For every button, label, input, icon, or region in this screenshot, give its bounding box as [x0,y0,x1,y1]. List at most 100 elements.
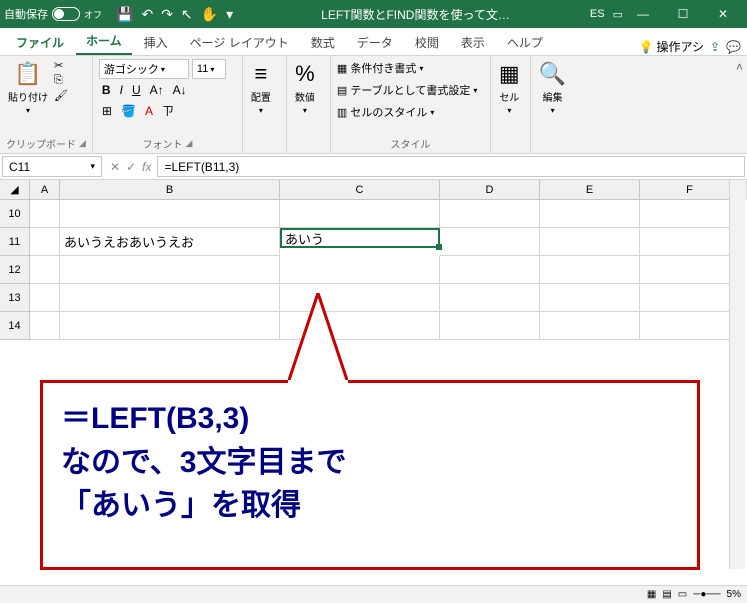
decrease-font-icon[interactable]: A↓ [170,82,190,98]
row-header[interactable]: 14 [0,312,30,340]
tab-formulas[interactable]: 数式 [301,30,345,55]
view-pagebreak-icon[interactable]: ▭ [678,589,687,600]
view-normal-icon[interactable]: ▦ [647,589,656,600]
conditional-format-button[interactable]: ▦条件付き書式▾ [337,59,477,77]
cut-icon[interactable]: ✂ [54,59,68,72]
row-header[interactable]: 10 [0,200,30,228]
undo-icon[interactable]: ↶ [141,6,153,23]
bold-button[interactable]: B [99,82,114,98]
cell[interactable] [440,200,540,228]
cell[interactable] [280,200,440,228]
tab-insert[interactable]: 挿入 [134,30,178,55]
cell[interactable] [60,312,280,340]
vertical-scrollbar[interactable] [729,180,745,569]
number-button[interactable]: % 数値 ▾ [293,59,317,117]
col-header-a[interactable]: A [30,180,60,200]
cell[interactable] [60,256,280,284]
row-header[interactable]: 11 [0,228,30,256]
cell[interactable] [60,284,280,312]
col-header-f[interactable]: F [640,180,740,200]
alignment-button[interactable]: ≡ 配置 ▾ [249,59,273,117]
col-header-e[interactable]: E [540,180,640,200]
close-button[interactable]: ✕ [703,0,743,28]
cell[interactable] [30,228,60,256]
tab-review[interactable]: 校閲 [405,30,449,55]
redo-icon[interactable]: ↷ [161,6,173,23]
fx-icon[interactable]: fx [142,160,151,174]
paste-button[interactable]: 📋 貼り付け ▾ [6,59,50,117]
col-header-c[interactable]: C [280,180,440,200]
font-color-icon[interactable]: A [142,103,156,119]
autosave-toggle[interactable]: 自動保存 オフ [4,6,102,22]
ribbon-options-icon[interactable]: ▭ [613,8,623,21]
font-name-select[interactable]: 游ゴシック▾ [99,59,189,79]
cell[interactable] [540,200,640,228]
tab-home[interactable]: ホーム [76,28,132,55]
qat-more-icon[interactable]: ▾ [226,6,233,23]
zoom-slider[interactable]: ─●── [693,589,720,600]
cell[interactable] [440,228,540,256]
copy-icon[interactable]: ⎘ [54,74,68,87]
tell-me[interactable]: 💡 操作アシ [639,38,704,55]
font-size-select[interactable]: 11▾ [192,59,226,79]
save-icon[interactable]: 💾 [116,6,133,23]
underline-button[interactable]: U [129,82,144,98]
dialog-launcher-icon[interactable]: ◢ [79,138,86,149]
cell[interactable] [540,312,640,340]
comments-icon[interactable]: 💬 [726,40,741,54]
collapse-ribbon-icon[interactable]: ˄ [736,60,743,74]
enter-formula-icon[interactable]: ✓ [126,160,136,174]
cell[interactable] [30,312,60,340]
zoom-value[interactable]: 5% [727,589,741,600]
user-initials[interactable]: ES [590,8,605,20]
share-icon[interactable]: ⇪ [710,40,720,54]
cells-button[interactable]: ▦ セル ▾ [497,59,522,117]
increase-font-icon[interactable]: A↑ [147,82,167,98]
cell[interactable] [540,256,640,284]
maximize-button[interactable]: ☐ [663,0,703,28]
format-as-table-button[interactable]: ▤テーブルとして書式設定▾ [337,81,477,99]
view-pagelayout-icon[interactable]: ▤ [662,589,671,600]
cell-c11[interactable]: あいう [280,228,440,248]
cell[interactable] [30,284,60,312]
touch-icon[interactable]: ✋ [201,6,218,23]
tab-pagelayout[interactable]: ページ レイアウト [180,30,299,55]
row-header[interactable]: 13 [0,284,30,312]
cell[interactable] [540,228,640,256]
tab-data[interactable]: データ [347,30,403,55]
pointer-icon[interactable]: ↖ [181,6,193,23]
tab-file[interactable]: ファイル [6,30,74,55]
cell[interactable] [540,284,640,312]
format-painter-icon[interactable]: 🖌 [54,89,68,102]
cell[interactable] [640,312,740,340]
select-all-corner[interactable]: ◢ [0,180,30,200]
border-icon[interactable]: ⊞ [99,103,115,119]
cell[interactable] [640,284,740,312]
cancel-formula-icon[interactable]: ✕ [110,160,120,174]
cell[interactable] [640,256,740,284]
cell[interactable] [30,256,60,284]
row-header[interactable]: 12 [0,256,30,284]
cell-styles-button[interactable]: ▥セルのスタイル▾ [337,103,477,121]
worksheet-grid[interactable]: ◢ A B C D E F 10 11 あいうえおあいうえお あいう 12 [0,180,747,340]
col-header-b[interactable]: B [60,180,280,200]
dialog-launcher-icon[interactable]: ◢ [185,138,192,149]
cell[interactable] [30,200,60,228]
phonetic-icon[interactable]: ㄗ [159,101,177,120]
cell[interactable] [440,256,540,284]
cell[interactable] [440,312,540,340]
cell[interactable] [440,284,540,312]
editing-button[interactable]: 🔍 編集 ▾ [537,59,568,117]
cell[interactable] [640,200,740,228]
cell[interactable] [280,256,440,284]
formula-input[interactable]: =LEFT(B11,3) [157,156,745,177]
cell[interactable] [640,228,740,256]
minimize-button[interactable]: — [623,0,663,28]
italic-button[interactable]: I [117,82,126,98]
name-box[interactable]: C11 ▾ [2,156,102,177]
tab-view[interactable]: 表示 [451,30,495,55]
fill-color-icon[interactable]: 🪣 [118,103,139,119]
cell-b11[interactable]: あいうえおあいうえお [60,228,280,256]
tab-help[interactable]: ヘルプ [497,30,553,55]
col-header-d[interactable]: D [440,180,540,200]
